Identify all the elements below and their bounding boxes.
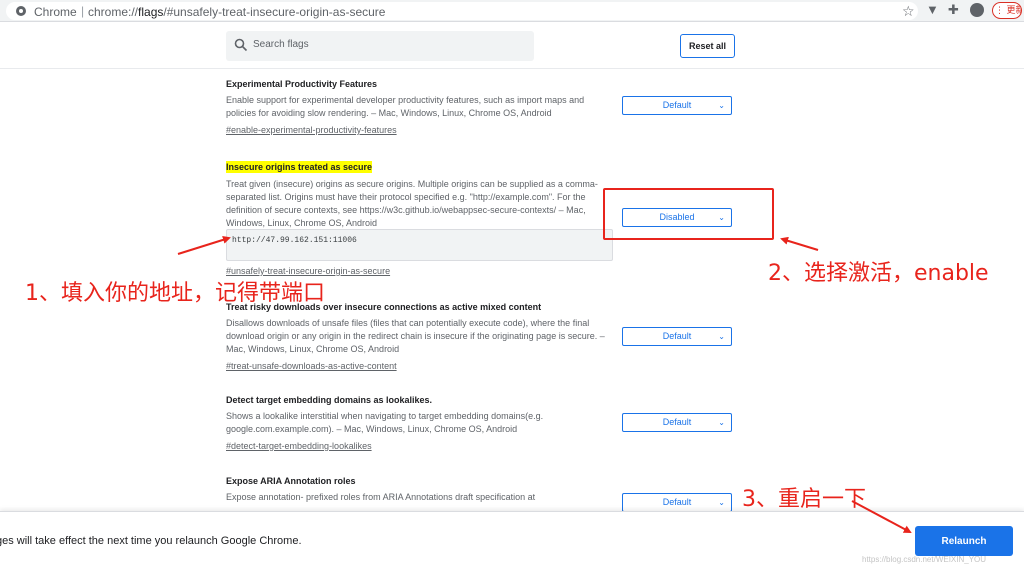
annotation-arrow-2 <box>780 236 819 251</box>
annotation-step3: 3、重启一下 <box>742 487 866 512</box>
annotation-step2: 2、选择激活，enable <box>768 261 989 286</box>
annotation-arrow-1 <box>177 235 231 255</box>
annotation-step1: 1、填入你的地址，记得带端口 <box>25 281 325 306</box>
